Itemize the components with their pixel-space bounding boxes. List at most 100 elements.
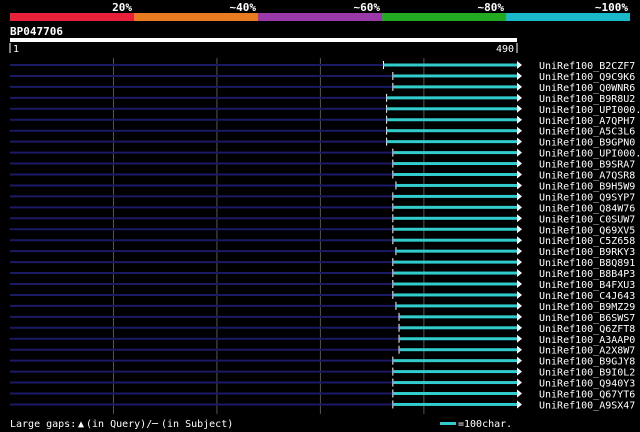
hit-row[interactable]: UniRef100_B9GPN0 xyxy=(10,137,635,149)
hit-bar[interactable] xyxy=(386,140,517,144)
hit-label[interactable]: UniRef100_B4FXU3 xyxy=(539,280,635,291)
hit-label[interactable]: UniRef100_B9RKY3 xyxy=(539,247,635,258)
hit-label[interactable]: UniRef100_Q6ZFT8 xyxy=(539,324,635,335)
hit-row[interactable]: UniRef100_A7QPH7 xyxy=(10,115,635,127)
hit-label[interactable]: UniRef100_A7QPH7 xyxy=(539,116,635,127)
hit-bar[interactable] xyxy=(392,74,517,78)
hit-label[interactable]: UniRef100_B6SWS7 xyxy=(539,313,635,324)
hit-bar[interactable] xyxy=(392,392,517,395)
hit-bar[interactable] xyxy=(392,173,517,176)
hit-label[interactable]: UniRef100_B9GPN0 xyxy=(539,138,635,149)
hit-bar[interactable] xyxy=(395,249,517,253)
hit-row[interactable]: UniRef100_C5Z658 xyxy=(10,236,635,247)
hit-label[interactable]: UniRef100_B9I0L2 xyxy=(539,368,635,379)
hit-label[interactable]: UniRef100_B8Q891 xyxy=(539,258,635,269)
hit-label[interactable]: UniRef100_B9R8U2 xyxy=(539,94,635,105)
hit-bar[interactable] xyxy=(392,227,517,231)
hit-row[interactable]: UniRef100_B4FXU3 xyxy=(10,280,635,291)
hit-row[interactable]: UniRef100_B9MZ29 xyxy=(10,301,635,313)
hit-row[interactable]: UniRef100_B2CZF7 xyxy=(10,61,635,72)
hit-label[interactable]: UniRef100_A7QSR8 xyxy=(539,171,635,182)
hit-row[interactable]: UniRef100_B6SWS7 xyxy=(10,312,635,324)
hit-bar[interactable] xyxy=(399,348,517,352)
hit-row[interactable]: UniRef100_A2X8W7 xyxy=(10,345,635,357)
hit-row[interactable]: UniRef100_Q0WNR6 xyxy=(10,82,635,94)
hit-bar[interactable] xyxy=(383,63,517,67)
hit-row[interactable]: UniRef100_B9SRA7 xyxy=(10,159,635,171)
hit-row[interactable]: UniRef100_UPI000.. xyxy=(10,148,640,160)
scale-segment xyxy=(134,13,258,21)
hit-row[interactable]: UniRef100_Q940Y3 xyxy=(10,378,635,390)
hit-bar[interactable] xyxy=(386,129,517,133)
hit-row[interactable]: UniRef100_B9H5W9 xyxy=(10,181,635,192)
hit-row[interactable]: UniRef100_C4J643 xyxy=(10,290,635,302)
hit-row[interactable]: UniRef100_B9GJY8 xyxy=(10,356,635,368)
hit-bar[interactable] xyxy=(386,107,517,111)
hit-bar[interactable] xyxy=(399,315,517,319)
hit-bar[interactable] xyxy=(392,381,517,385)
hit-bar[interactable] xyxy=(392,151,517,155)
hit-bar[interactable] xyxy=(392,282,517,286)
hit-label[interactable]: UniRef100_A2X8W7 xyxy=(539,346,635,357)
hit-label[interactable]: UniRef100_C0SUW7 xyxy=(539,214,635,225)
hit-row[interactable]: UniRef100_B9I0L2 xyxy=(10,367,635,379)
hit-bar[interactable] xyxy=(395,304,517,308)
hit-row[interactable]: UniRef100_Q69XV5 xyxy=(10,225,635,236)
hit-row[interactable]: UniRef100_Q84W76 xyxy=(10,203,635,214)
hit-label[interactable]: UniRef100_B2CZF7 xyxy=(539,61,635,72)
hit-bar[interactable] xyxy=(399,337,517,341)
hit-label[interactable]: UniRef100_B9GJY8 xyxy=(539,357,635,368)
query-bar xyxy=(10,38,517,42)
hit-label[interactable]: UniRef100_B9H5W9 xyxy=(539,181,635,192)
hit-bar[interactable] xyxy=(392,85,517,89)
hit-row[interactable]: UniRef100_B9RKY3 xyxy=(10,247,635,258)
hit-row[interactable]: UniRef100_Q67YT6 xyxy=(10,389,635,401)
hit-label[interactable]: UniRef100_Q9SYP7 xyxy=(539,192,635,203)
hit-bar[interactable] xyxy=(392,370,517,374)
hit-bar[interactable] xyxy=(392,216,517,220)
hit-bar[interactable] xyxy=(392,162,517,166)
hit-row[interactable]: UniRef100_UPI000.. xyxy=(10,104,640,116)
hit-row[interactable]: UniRef100_Q6ZFT8 xyxy=(10,323,635,335)
hit-bar[interactable] xyxy=(395,183,517,187)
hit-row[interactable]: UniRef100_B8Q891 xyxy=(10,258,635,269)
hit-label[interactable]: UniRef100_Q84W76 xyxy=(539,203,635,214)
hit-bar[interactable] xyxy=(392,194,517,198)
hit-row[interactable]: UniRef100_A3AAP0 xyxy=(10,334,635,346)
hit-bar[interactable] xyxy=(392,238,517,242)
hit-bar[interactable] xyxy=(386,118,517,122)
hit-row[interactable]: UniRef100_A9SX47 xyxy=(10,400,635,411)
hit-bar[interactable] xyxy=(386,96,517,100)
hit-label[interactable]: UniRef100_UPI000.. xyxy=(539,105,640,116)
hit-row[interactable]: UniRef100_A7QSR8 xyxy=(10,170,635,182)
hit-bar[interactable] xyxy=(392,359,517,363)
hit-row[interactable]: UniRef100_A5C3L6 xyxy=(10,126,635,138)
arrow-icon xyxy=(517,71,522,80)
hit-row[interactable]: UniRef100_B9R8U2 xyxy=(10,93,635,105)
scale-label: ~60% xyxy=(354,1,381,14)
hit-label[interactable]: UniRef100_B9SRA7 xyxy=(539,160,635,171)
hit-label[interactable]: UniRef100_A3AAP0 xyxy=(539,335,635,346)
hit-row[interactable]: UniRef100_B8B4P3 xyxy=(10,269,635,280)
hit-bar[interactable] xyxy=(392,205,517,209)
hit-label[interactable]: UniRef100_B8B4P3 xyxy=(539,269,635,280)
hit-label[interactable]: UniRef100_A9SX47 xyxy=(539,400,635,411)
hit-label[interactable]: UniRef100_Q0WNR6 xyxy=(539,83,635,94)
hit-bar[interactable] xyxy=(392,260,517,264)
hit-label[interactable]: UniRef100_UPI000.. xyxy=(539,149,640,160)
hit-label[interactable]: UniRef100_Q940Y3 xyxy=(539,379,635,390)
hit-label[interactable]: UniRef100_A5C3L6 xyxy=(539,127,635,138)
hit-label[interactable]: UniRef100_C5Z658 xyxy=(539,236,635,247)
hit-row[interactable]: UniRef100_C0SUW7 xyxy=(10,214,635,225)
hit-label[interactable]: UniRef100_Q67YT6 xyxy=(539,390,635,401)
hit-bar[interactable] xyxy=(399,326,517,330)
hit-row[interactable]: UniRef100_Q9C9K6 xyxy=(10,71,635,83)
hit-bar[interactable] xyxy=(392,271,517,275)
hit-label[interactable]: UniRef100_Q69XV5 xyxy=(539,225,635,236)
hit-bar[interactable] xyxy=(392,402,517,406)
hit-label[interactable]: UniRef100_C4J643 xyxy=(539,291,635,302)
hit-row[interactable]: UniRef100_Q9SYP7 xyxy=(10,192,635,203)
hit-label[interactable]: UniRef100_B9MZ29 xyxy=(539,302,635,313)
hit-label[interactable]: UniRef100_Q9C9K6 xyxy=(539,72,635,83)
hit-bar[interactable] xyxy=(392,293,517,297)
